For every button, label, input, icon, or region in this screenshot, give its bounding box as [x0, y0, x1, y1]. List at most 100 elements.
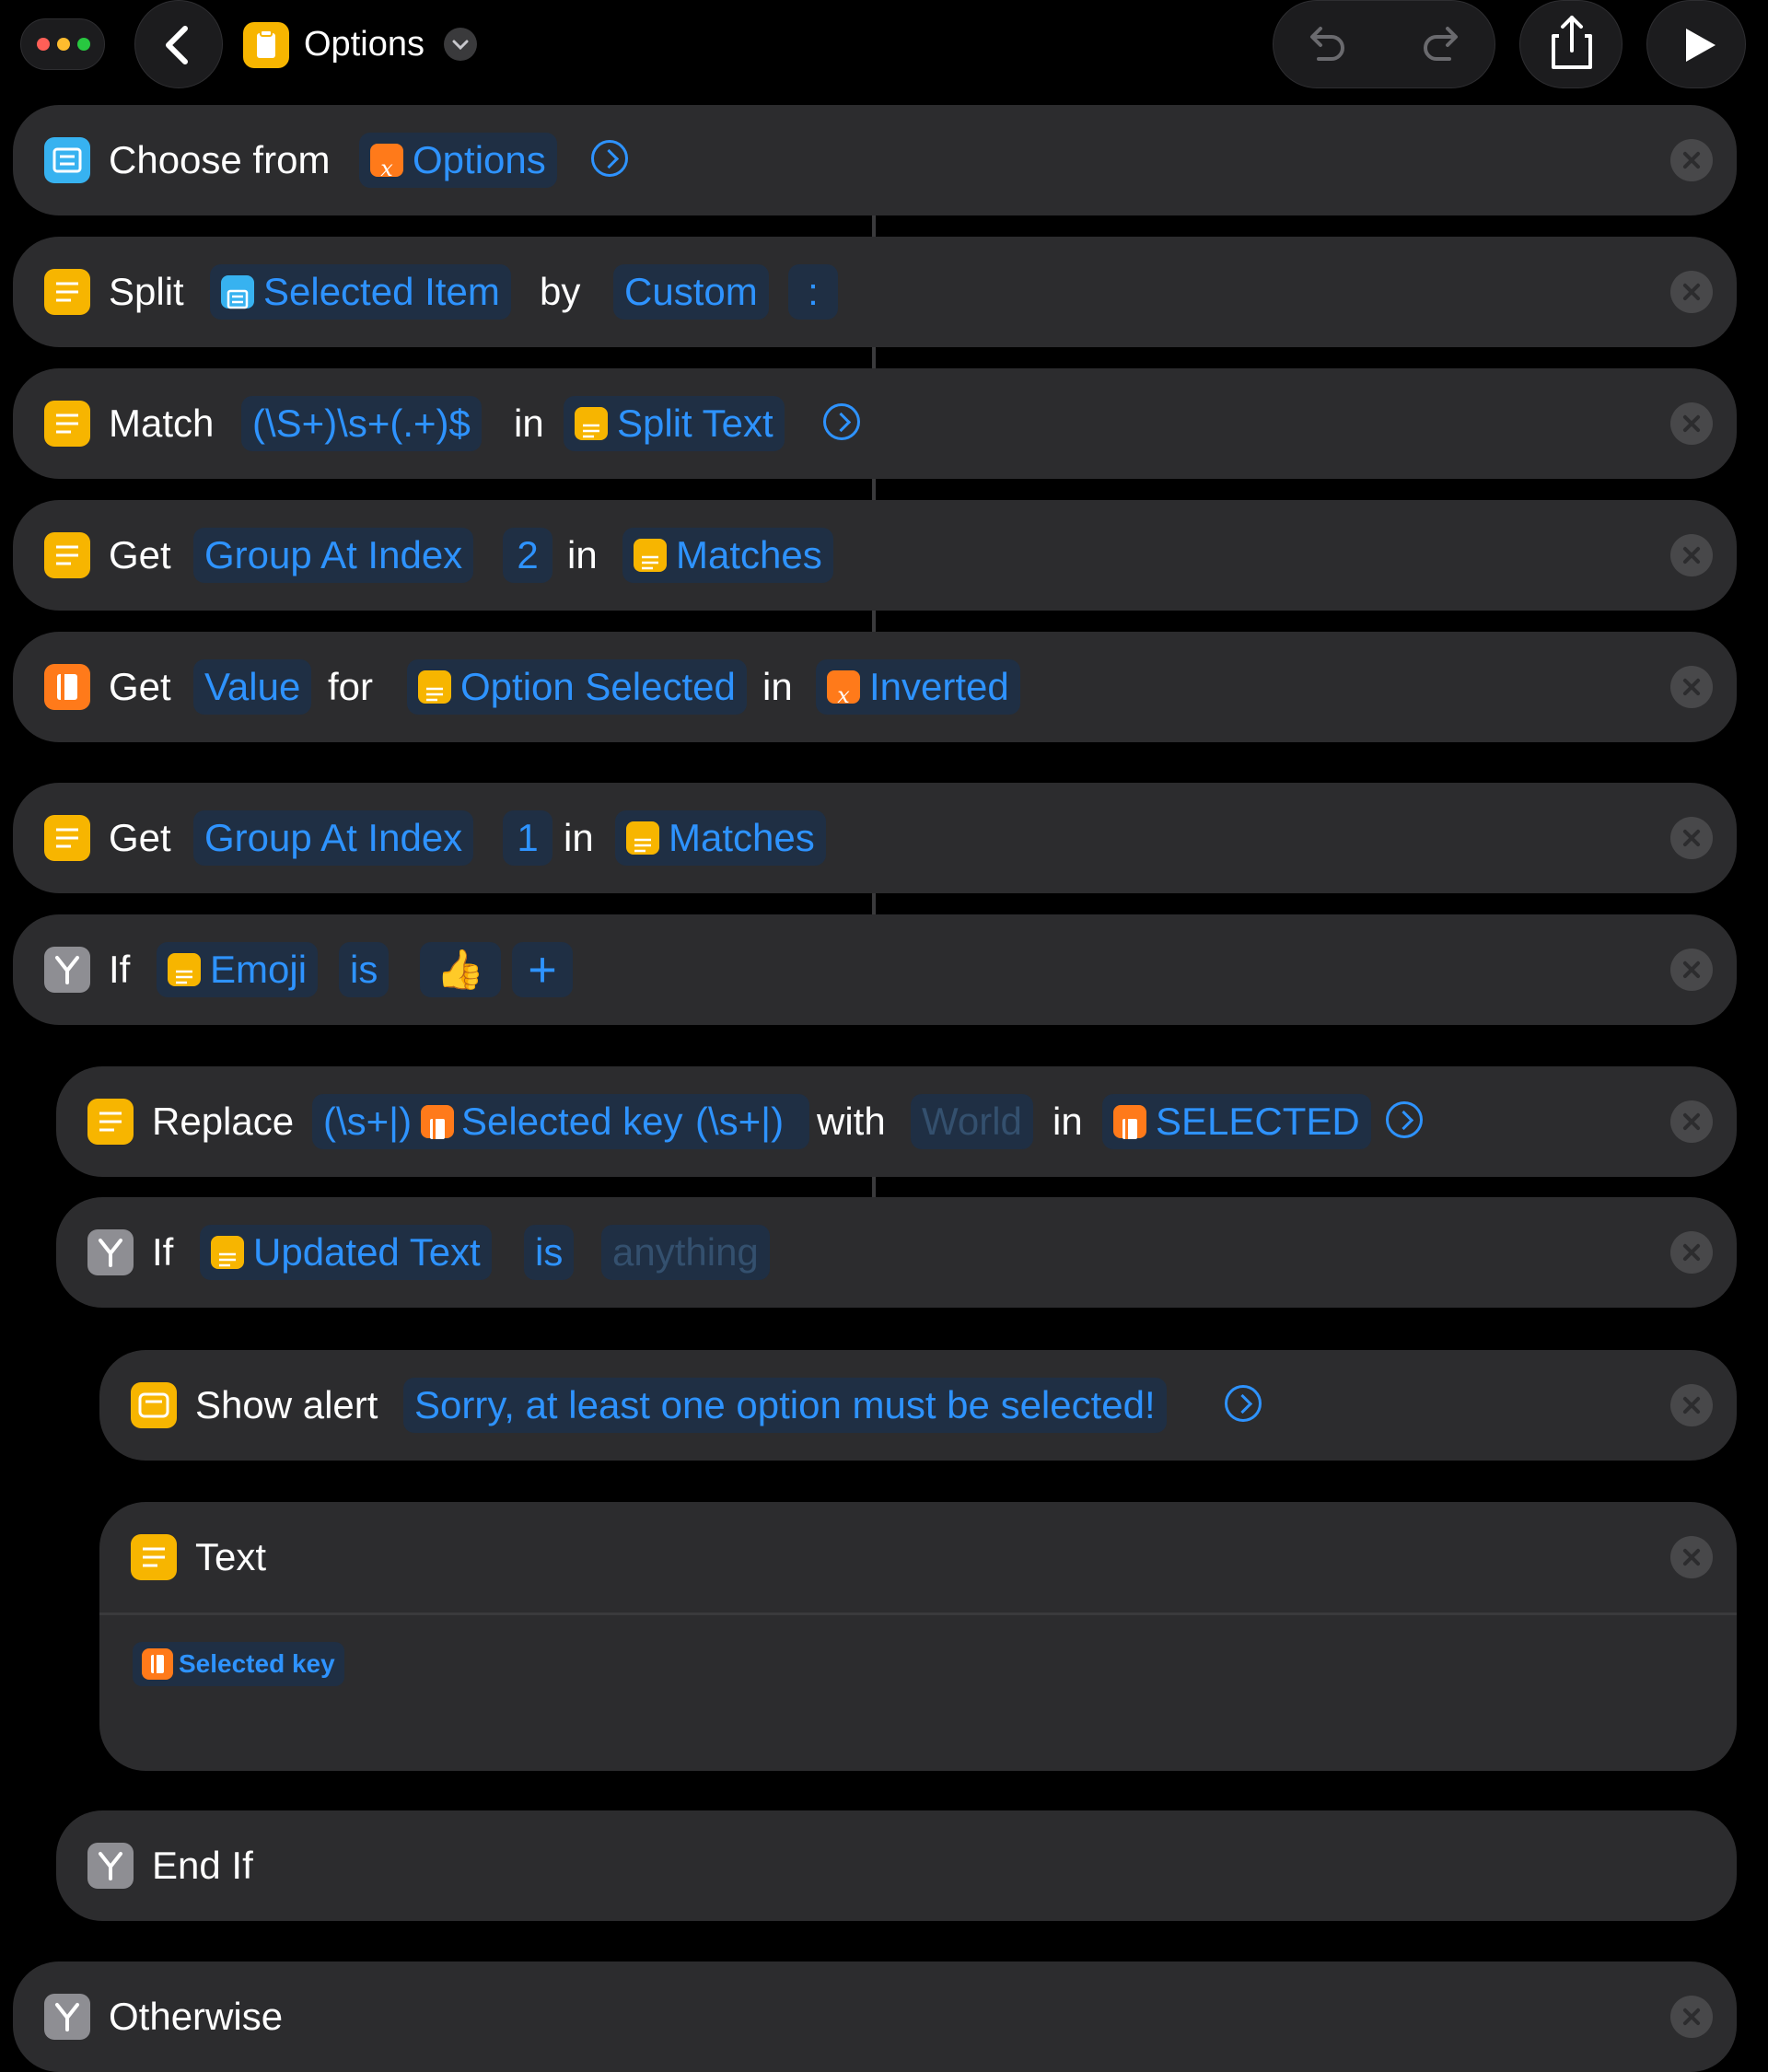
selected-item-token[interactable]: Selected Item — [210, 264, 511, 320]
text-icon — [44, 401, 90, 447]
remove-icon[interactable] — [1670, 1231, 1713, 1274]
action-show-alert[interactable]: Show alert Sorry, at least one option mu… — [99, 1350, 1737, 1461]
action-get-group[interactable]: Get Group At Index 2 in Matches — [13, 500, 1737, 611]
shortcut-title[interactable]: Options — [304, 20, 425, 68]
remove-icon[interactable] — [1670, 817, 1713, 859]
action-verb: Text — [195, 1535, 267, 1578]
action-text[interactable]: Text Selected key — [99, 1502, 1737, 1771]
condition-operator-token[interactable]: is — [339, 942, 390, 997]
expand-chevron-icon[interactable] — [1225, 1385, 1262, 1422]
condition-value-token[interactable]: 👍 — [420, 942, 501, 997]
action-if[interactable]: If Emoji is 👍 + — [13, 914, 1737, 1025]
action-verb: If — [152, 1230, 174, 1274]
more-dots-icon-2 — [57, 38, 70, 51]
dictionary-icon — [421, 1105, 454, 1139]
run-button[interactable] — [1646, 0, 1746, 88]
action-choose-from[interactable]: Choose from x Options — [13, 105, 1737, 215]
if-branch-icon — [44, 947, 90, 993]
replacement-field[interactable]: World — [911, 1094, 1033, 1149]
action-verb: Split — [109, 270, 184, 313]
expand-chevron-icon[interactable] — [591, 140, 628, 177]
svg-text:x: x — [837, 682, 850, 708]
list-icon — [221, 275, 254, 309]
action-replace-text[interactable]: Replace (\s+|) Selected key (\s+|) with … — [56, 1066, 1737, 1177]
remove-icon[interactable] — [1670, 534, 1713, 576]
action-end-if[interactable]: End If — [56, 1810, 1737, 1921]
action-verb: End If — [152, 1844, 253, 1887]
find-pattern-token[interactable]: (\s+|) Selected key (\s+|) — [312, 1094, 809, 1149]
text-icon — [44, 815, 90, 861]
emoji-token[interactable]: Emoji — [157, 942, 319, 997]
remove-icon[interactable] — [1670, 402, 1713, 445]
in-label: in — [762, 665, 793, 708]
updated-text-token[interactable]: Updated Text — [200, 1225, 492, 1280]
undo-icon[interactable] — [1297, 17, 1352, 72]
svg-text:x: x — [380, 156, 393, 181]
connector — [872, 347, 876, 369]
separator-mode-token[interactable]: Custom — [613, 264, 769, 320]
matches-token[interactable]: Matches — [622, 528, 833, 583]
token-label: Inverted — [869, 665, 1009, 708]
text-icon — [131, 1534, 177, 1580]
selected-key-token[interactable]: Selected key — [133, 1642, 344, 1686]
in-label: in — [564, 816, 594, 859]
condition-value-field[interactable]: anything — [601, 1225, 770, 1280]
regex-pattern-token[interactable]: (\S+)\s+(.+)$ — [241, 396, 482, 451]
remove-icon[interactable] — [1670, 271, 1713, 313]
remove-icon[interactable] — [1670, 949, 1713, 991]
action-verb: Show alert — [195, 1383, 378, 1426]
action-if[interactable]: If Updated Text is anything — [56, 1197, 1737, 1308]
with-label: with — [817, 1100, 886, 1143]
index-token[interactable]: 2 — [503, 528, 552, 583]
expand-chevron-icon[interactable] — [1386, 1101, 1423, 1138]
remove-icon[interactable] — [1670, 666, 1713, 708]
pattern-variable: Selected key — [461, 1100, 683, 1143]
action-split-text[interactable]: Split Selected Item by Custom : — [13, 237, 1737, 347]
action-verb: If — [109, 948, 131, 991]
share-button[interactable] — [1519, 0, 1623, 88]
text-icon — [211, 1236, 244, 1269]
matches-token[interactable]: Matches — [615, 810, 826, 866]
group-at-index-token[interactable]: Group At Index — [193, 528, 474, 583]
group-at-index-token[interactable]: Group At Index — [193, 810, 474, 866]
dictionary-icon — [1113, 1105, 1146, 1139]
action-verb: Match — [109, 402, 215, 445]
token-label: Option Selected — [460, 665, 736, 708]
redo-icon[interactable] — [1416, 17, 1471, 72]
inverted-token[interactable]: x Inverted — [816, 659, 1020, 715]
for-label: for — [328, 665, 374, 708]
remove-icon[interactable] — [1670, 1536, 1713, 1578]
variable-icon: x — [827, 670, 860, 708]
value-token[interactable]: Value — [193, 659, 312, 715]
action-match-text[interactable]: Match (\S+)\s+(.+)$ in Split Text — [13, 368, 1737, 479]
remove-icon[interactable] — [1670, 1996, 1713, 2038]
action-get-group[interactable]: Get Group At Index 1 in Matches — [13, 783, 1737, 893]
token-label: Updated Text — [253, 1230, 481, 1274]
more-dots-icon-3 — [77, 38, 90, 51]
condition-operator-token[interactable]: is — [524, 1225, 575, 1280]
custom-separator-token[interactable]: : — [788, 264, 838, 320]
dictionary-icon — [44, 664, 90, 710]
action-verb: Get — [109, 816, 171, 859]
remove-icon[interactable] — [1670, 1100, 1713, 1143]
action-otherwise[interactable]: Otherwise — [13, 1961, 1737, 2072]
expand-chevron-icon[interactable] — [823, 403, 860, 440]
connector — [872, 611, 876, 633]
action-get-dictionary-value[interactable]: Get Value for Option Selected in x Inver… — [13, 632, 1737, 742]
back-button[interactable] — [134, 0, 223, 88]
plus-icon[interactable]: + — [512, 942, 573, 997]
option-selected-token[interactable]: Option Selected — [407, 659, 747, 715]
alert-message-token[interactable]: Sorry, at least one option must be selec… — [403, 1378, 1167, 1433]
if-branch-icon — [87, 1843, 134, 1889]
divider — [99, 1612, 1737, 1615]
split-text-token[interactable]: Split Text — [564, 396, 785, 451]
text-icon — [44, 269, 90, 315]
dropdown-chevron-icon[interactable] — [444, 28, 477, 61]
text-icon — [626, 821, 659, 855]
index-token[interactable]: 1 — [503, 810, 552, 866]
selected-token[interactable]: SELECTED — [1102, 1094, 1371, 1149]
connector — [872, 893, 876, 915]
remove-icon[interactable] — [1670, 139, 1713, 181]
options-variable-token[interactable]: x Options — [359, 133, 557, 188]
remove-icon[interactable] — [1670, 1384, 1713, 1426]
